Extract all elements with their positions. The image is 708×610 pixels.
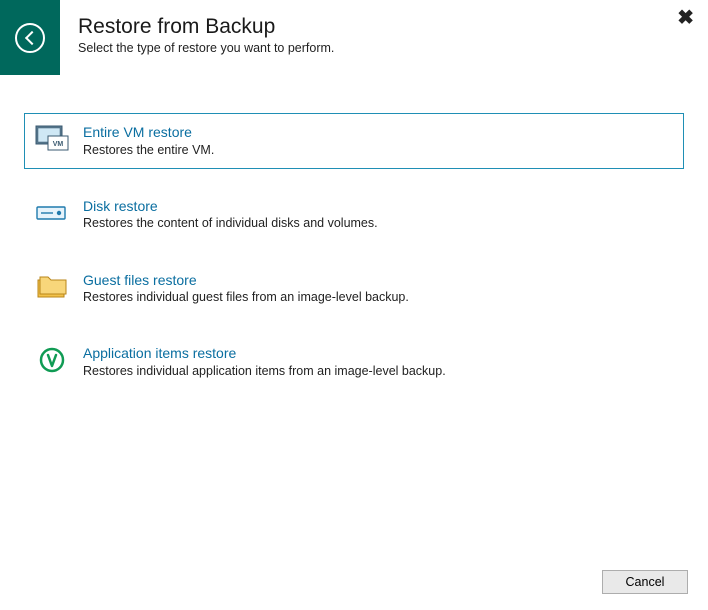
title-block: Restore from Backup Select the type of r… <box>60 0 708 55</box>
back-button[interactable] <box>0 0 60 75</box>
footer: Cancel <box>602 570 688 594</box>
option-title: Application items restore <box>83 345 673 363</box>
vm-icon: VM <box>35 124 69 154</box>
option-desc: Restores the content of individual disks… <box>83 215 673 231</box>
option-desc: Restores individual application items fr… <box>83 363 673 379</box>
close-icon: ✖ <box>677 7 694 29</box>
close-button[interactable]: ✖ <box>677 8 694 28</box>
options-list: VM Entire VM restore Restores the entire… <box>0 75 708 390</box>
option-entire-vm-restore[interactable]: VM Entire VM restore Restores the entire… <box>24 113 684 169</box>
option-desc: Restores individual guest files from an … <box>83 289 673 305</box>
option-disk-restore[interactable]: Disk restore Restores the content of ind… <box>24 187 684 243</box>
back-arrow-icon <box>15 23 45 53</box>
option-desc: Restores the entire VM. <box>83 142 673 158</box>
option-title: Disk restore <box>83 198 673 216</box>
option-guest-files-restore[interactable]: Guest files restore Restores individual … <box>24 261 684 317</box>
page-title: Restore from Backup <box>78 14 690 39</box>
svg-text:VM: VM <box>53 141 64 148</box>
header: Restore from Backup Select the type of r… <box>0 0 708 75</box>
option-title: Guest files restore <box>83 272 673 290</box>
application-icon <box>35 345 69 375</box>
option-application-items-restore[interactable]: Application items restore Restores indiv… <box>24 334 684 390</box>
cancel-button[interactable]: Cancel <box>602 570 688 594</box>
disk-icon <box>35 198 69 228</box>
folder-icon <box>35 272 69 302</box>
page-subtitle: Select the type of restore you want to p… <box>78 41 690 55</box>
option-title: Entire VM restore <box>83 124 673 142</box>
